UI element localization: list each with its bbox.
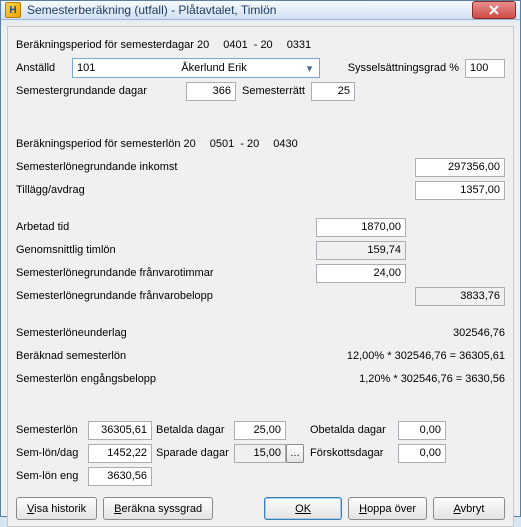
tillagg-input[interactable] <box>415 181 505 200</box>
franvarotimmar-input[interactable] <box>316 264 406 283</box>
underlag-label: Semesterlöneunderlag <box>16 327 325 339</box>
chevron-down-icon: ▾ <box>302 61 317 75</box>
period-days-to: 0331 <box>287 39 311 51</box>
semesterlon-label: Semesterlön <box>16 424 88 436</box>
employee-id: 101 <box>77 62 113 74</box>
beraknad-label: Beräknad semesterlön <box>16 350 285 362</box>
betalda-label: Betalda dagar <box>156 424 234 436</box>
period-lon-sep: - 20 <box>240 138 259 150</box>
inkomst-input[interactable] <box>415 158 505 177</box>
inkomst-label: Semesterlönegrundande inkomst <box>16 161 415 173</box>
period-lon-to: 0430 <box>273 138 297 150</box>
franvarobelopp-input <box>415 287 505 306</box>
period-days-label: Beräkningsperiod för semesterdagar 20 <box>16 39 209 51</box>
sem-lon-dag-input[interactable] <box>88 444 152 463</box>
timlon-label: Genomsnittlig timlön <box>16 244 316 256</box>
close-icon <box>489 5 499 15</box>
sparade-label: Sparade dagar <box>156 447 234 459</box>
period-days-from: 0401 <box>223 39 247 51</box>
sem-dagar-input[interactable] <box>186 82 236 101</box>
period-days-sep: - 20 <box>254 39 273 51</box>
sem-ratt-label: Semesterrätt <box>242 85 305 97</box>
employee-name: Åkerlund Erik <box>113 62 315 74</box>
engang-value: 1,20% * 302546,76 = 3630,56 <box>285 373 505 385</box>
syssel-label: Sysselsättningsgrad % <box>348 62 459 74</box>
sem-lon-eng-input[interactable] <box>88 467 152 486</box>
franvarotimmar-label: Semesterlönegrundande frånvarotimmar <box>16 267 316 279</box>
period-lon-label: Beräkningsperiod för semesterlön 20 <box>16 138 196 150</box>
sem-lon-eng-label: Sem-lön eng <box>16 470 88 482</box>
arbetad-label: Arbetad tid <box>16 221 316 233</box>
period-lon-from: 0501 <box>210 138 234 150</box>
forskott-input[interactable] <box>398 444 446 463</box>
timlon-input <box>316 241 406 260</box>
employee-label: Anställd <box>16 62 72 74</box>
sem-dagar-label: Semestergrundande dagar <box>16 85 186 97</box>
close-button[interactable] <box>472 1 516 19</box>
semesterlon-input[interactable] <box>88 421 152 440</box>
syssel-input[interactable] <box>465 59 505 78</box>
employee-combo[interactable]: 101 Åkerlund Erik ▾ <box>72 58 320 78</box>
tillagg-label: Tillägg/avdrag <box>16 184 415 196</box>
underlag-value: 302546,76 <box>325 327 505 339</box>
forskott-label: Förskottsdagar <box>310 447 398 459</box>
obetalda-label: Obetalda dagar <box>310 424 398 436</box>
engang-label: Semesterlön engångsbelopp <box>16 373 285 385</box>
sem-ratt-input[interactable] <box>311 82 355 101</box>
obetalda-input[interactable] <box>398 421 446 440</box>
titlebar: H Semesterberäkning (utfall) - Plåtavtal… <box>1 1 520 20</box>
sparade-input <box>234 444 286 463</box>
window-title: Semesterberäkning (utfall) - Plåtavtalet… <box>27 3 472 17</box>
franvarobelopp-label: Semesterlönegrundande frånvarobelopp <box>16 290 415 302</box>
arbetad-input[interactable] <box>316 218 406 237</box>
sem-lon-dag-label: Sem-lön/dag <box>16 447 88 459</box>
beraknad-value: 12,00% * 302546,76 = 36305,61 <box>285 350 505 362</box>
betalda-input[interactable] <box>234 421 286 440</box>
app-icon: H <box>5 2 21 18</box>
sparade-browse-button[interactable]: … <box>286 444 304 463</box>
